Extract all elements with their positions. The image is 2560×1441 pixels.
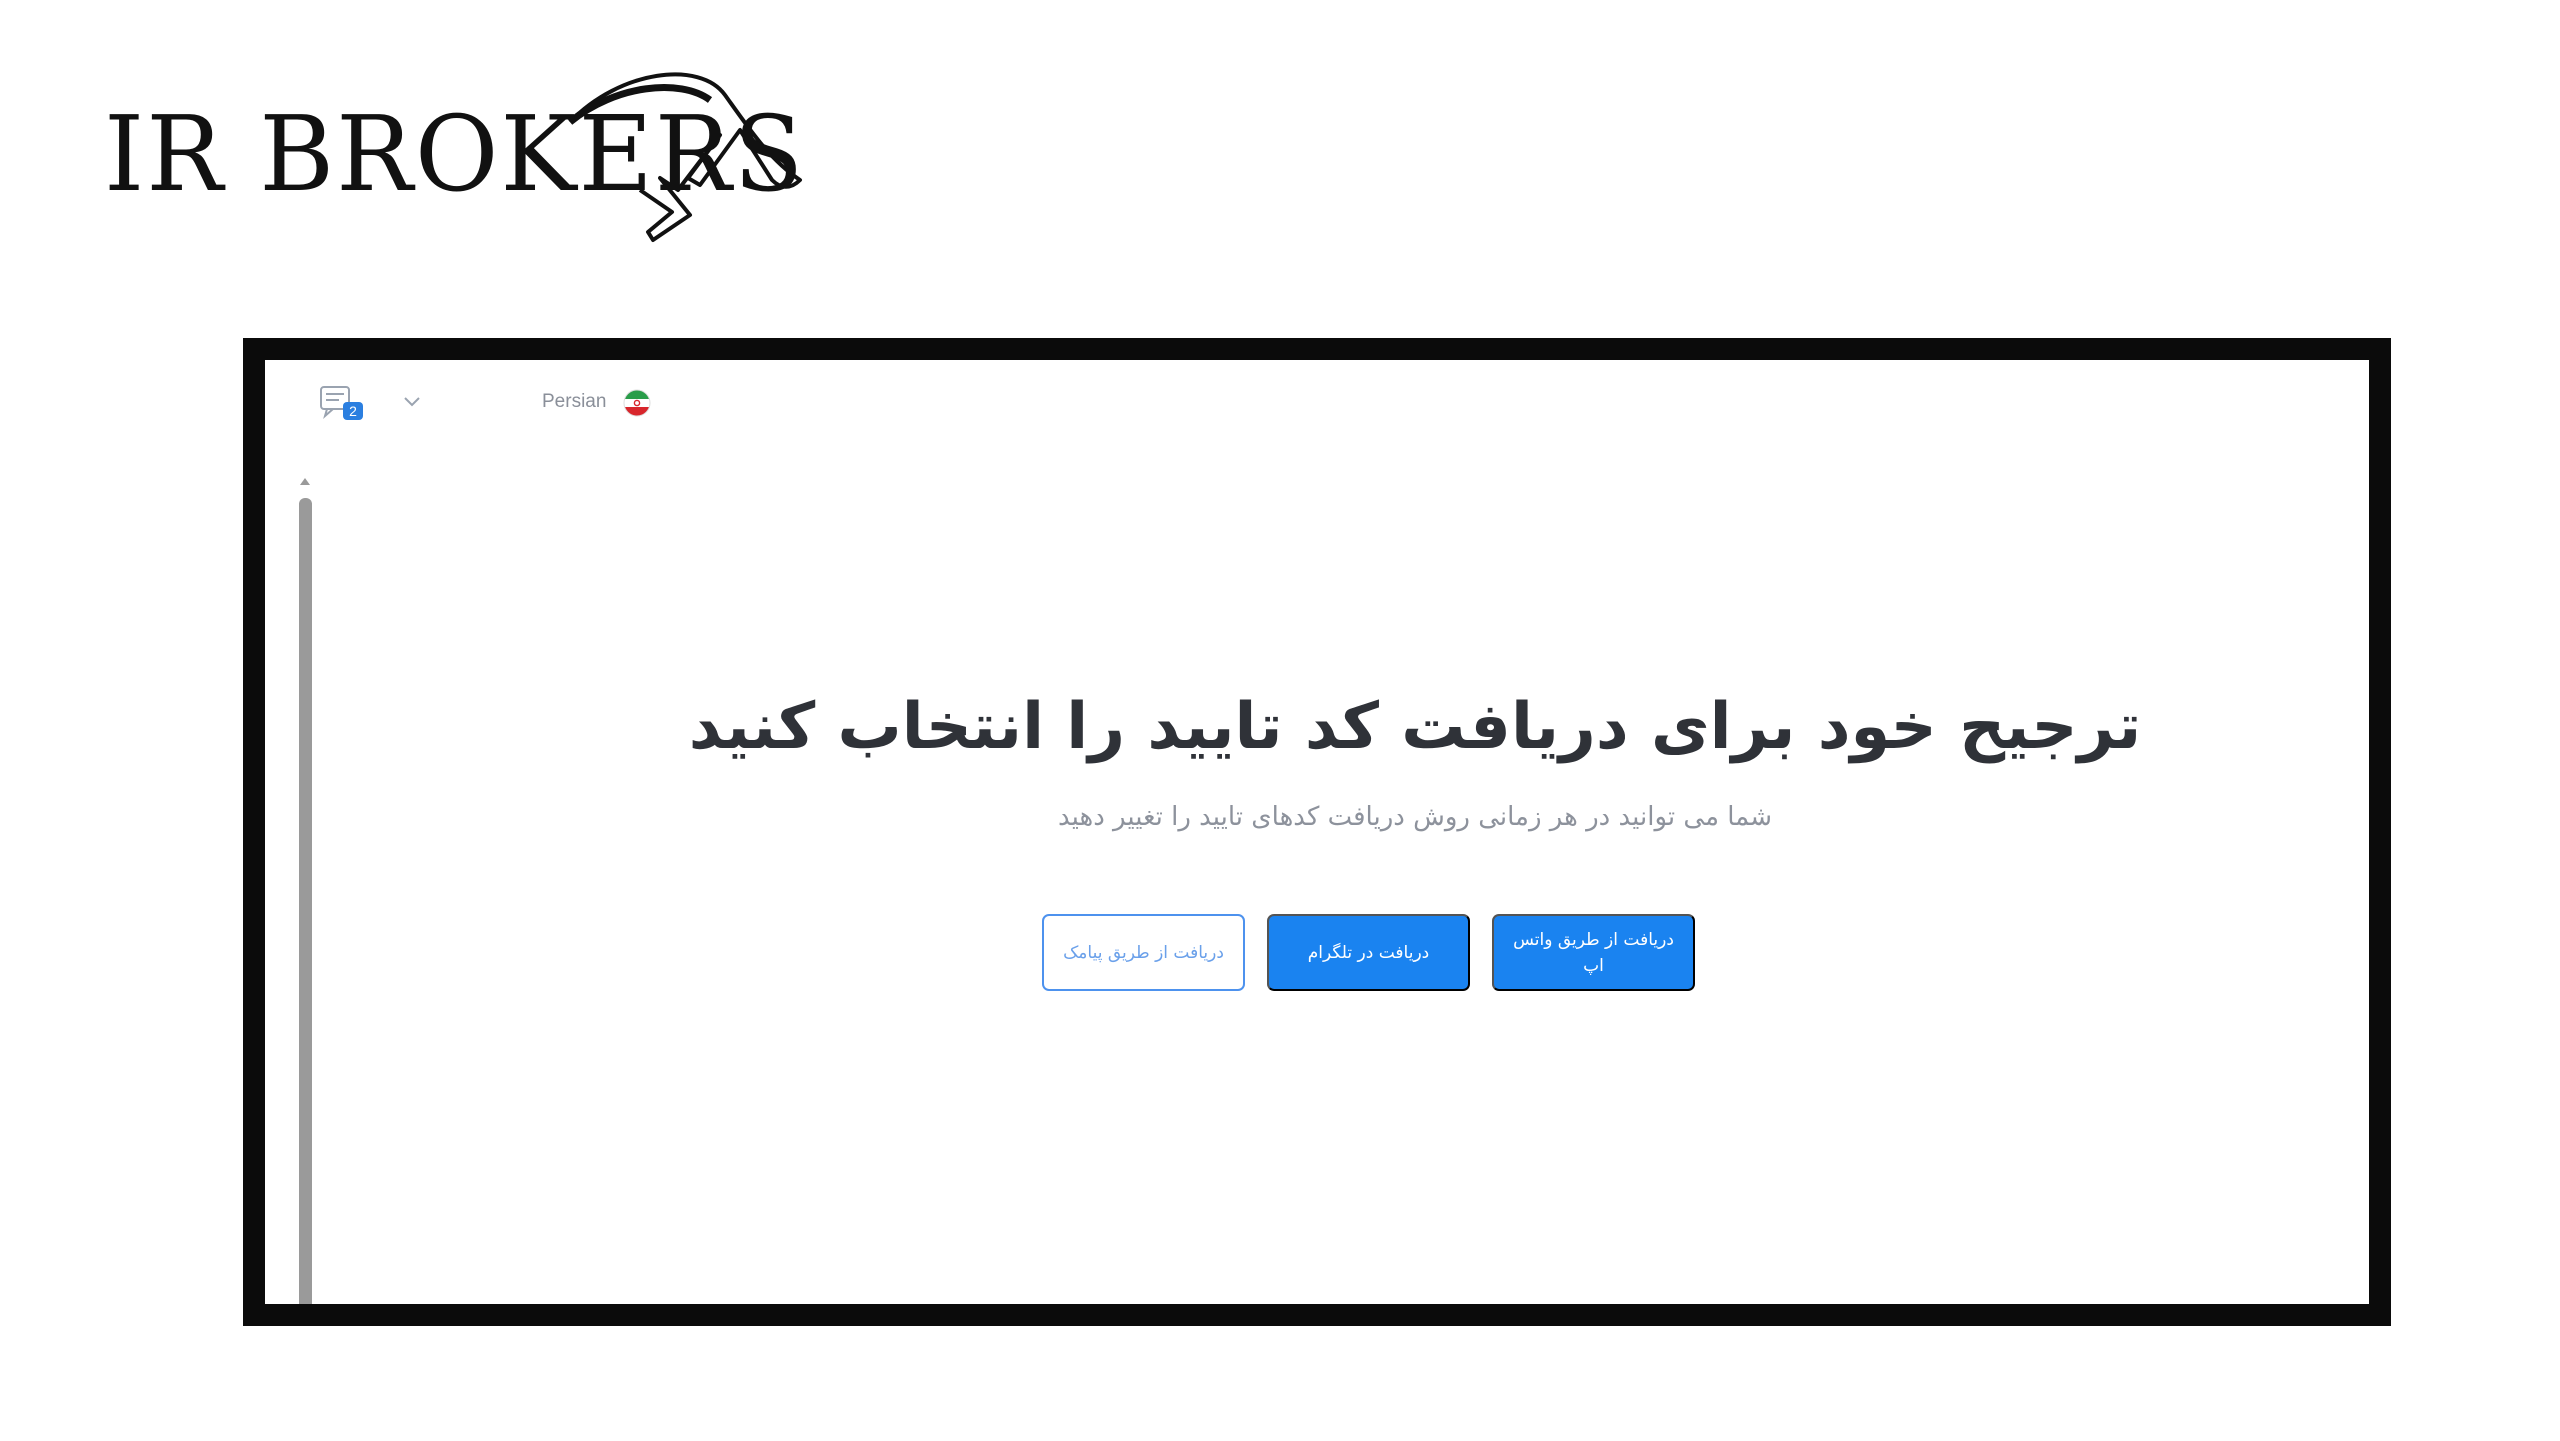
- scrollbar-thumb[interactable]: [299, 498, 312, 1304]
- screenshot-frame: 2 Persian ترجیح خود برای دریافت کد تایید…: [243, 338, 2391, 1326]
- page-subtitle: شما می توانید در هر زمانی روش دریافت کده…: [1057, 802, 1772, 832]
- chevron-down-icon[interactable]: [402, 394, 422, 408]
- telegram-button[interactable]: دریافت در تلگرام: [1267, 914, 1470, 991]
- iran-flag-icon[interactable]: [623, 389, 651, 417]
- whatsapp-button[interactable]: دریافت از طریق واتس اپ: [1492, 914, 1695, 991]
- ir-brokers-logo: IR BROKERS: [100, 40, 820, 250]
- page-title: ترجیح خود برای دریافت کد تایید را انتخاب…: [688, 690, 2142, 764]
- top-bar: 2 Persian: [265, 360, 2369, 450]
- language-label[interactable]: Persian: [542, 391, 606, 413]
- scroll-up-arrow-icon[interactable]: [298, 476, 312, 486]
- chat-badge: 2: [349, 403, 357, 419]
- chat-icon[interactable]: 2: [319, 384, 367, 424]
- logo-text: IR BROKERS: [104, 93, 806, 215]
- sms-button[interactable]: دریافت از طریق پیامک: [1042, 914, 1245, 991]
